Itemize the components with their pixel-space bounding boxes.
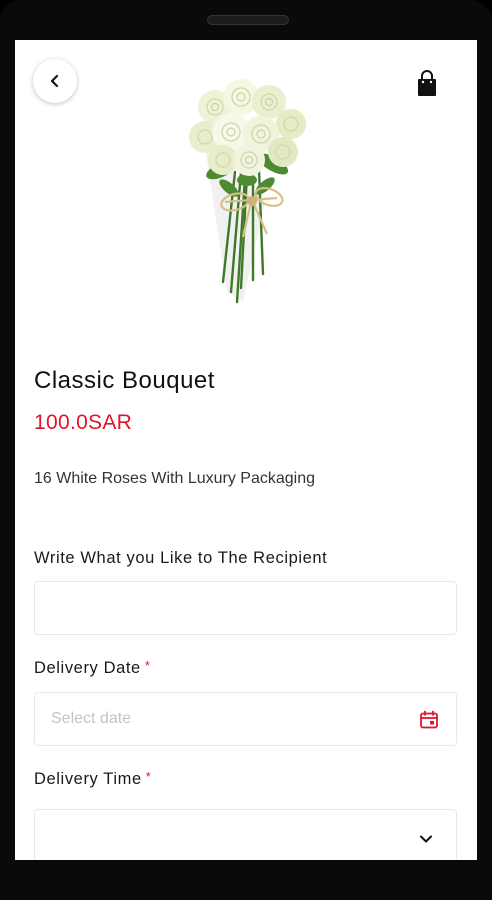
phone-bottom-bezel bbox=[0, 862, 492, 900]
message-field[interactable] bbox=[34, 581, 457, 635]
delivery-time-label: Delivery Time * bbox=[34, 769, 152, 789]
app-screen: Classic Bouquet 100.0SAR 16 White Roses … bbox=[15, 40, 477, 860]
shopping-bag-icon bbox=[418, 70, 436, 96]
message-label: Write What you Like to The Recipient bbox=[34, 549, 327, 568]
delivery-time-label-text: Delivery Time bbox=[34, 770, 142, 788]
shopping-bag-button[interactable] bbox=[414, 70, 440, 98]
chevron-left-icon bbox=[50, 74, 59, 88]
delivery-date-input[interactable] bbox=[35, 693, 456, 745]
phone-speaker bbox=[207, 15, 289, 25]
message-label-text: Write What you Like to The Recipient bbox=[34, 549, 328, 567]
product-price: 100.0SAR bbox=[34, 411, 133, 434]
delivery-time-select[interactable] bbox=[34, 809, 457, 860]
phone-frame: Classic Bouquet 100.0SAR 16 White Roses … bbox=[0, 0, 492, 900]
product-title: Classic Bouquet bbox=[34, 367, 215, 394]
delivery-date-label-text: Delivery Date bbox=[34, 659, 141, 677]
product-image bbox=[189, 79, 306, 304]
delivery-date-label: Delivery Date * bbox=[34, 658, 151, 678]
calendar-icon[interactable] bbox=[419, 710, 439, 730]
message-input[interactable] bbox=[35, 582, 456, 634]
product-description: 16 White Roses With Luxury Packaging bbox=[34, 470, 316, 487]
chevron-down-icon[interactable] bbox=[418, 831, 434, 847]
delivery-date-field[interactable] bbox=[34, 692, 457, 746]
required-mark: * bbox=[144, 658, 151, 673]
back-button[interactable] bbox=[33, 59, 77, 103]
required-mark: * bbox=[145, 769, 152, 784]
